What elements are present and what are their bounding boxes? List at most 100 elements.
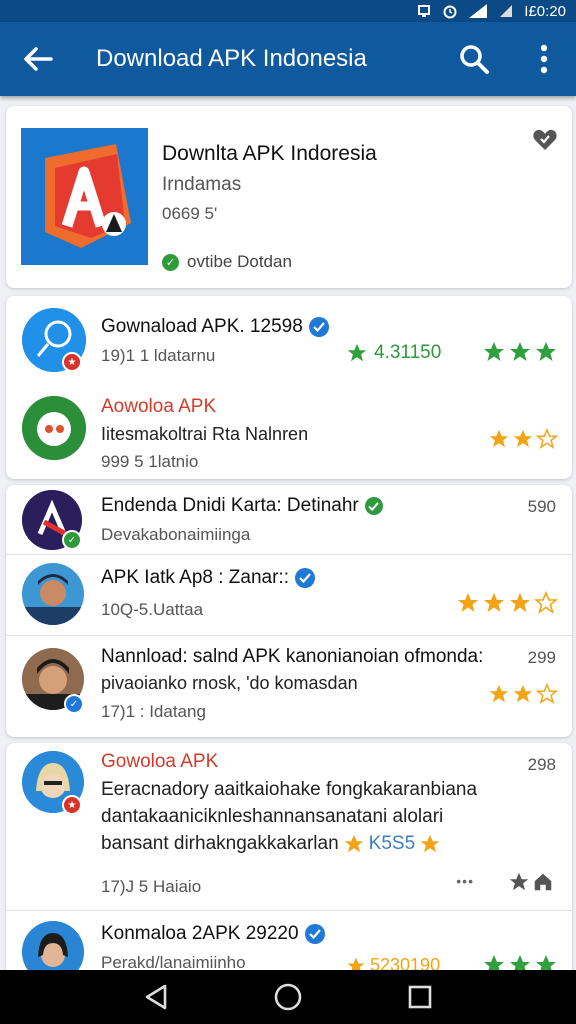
star-icon xyxy=(347,343,367,362)
notification-icon xyxy=(416,4,432,18)
list-item-description: pivaoianko rnosk, 'do komasdan xyxy=(101,673,358,693)
list-item-title: Konmaloa 2APK 29220 xyxy=(101,923,325,945)
home-icon xyxy=(534,873,552,891)
verified-icon xyxy=(308,317,329,337)
list-item[interactable]: ✓ Endenda Dnidi Karta: Detinahr Devakabo… xyxy=(6,485,572,554)
app-logo-image xyxy=(21,128,148,265)
list-item-count: 299 xyxy=(527,648,556,667)
nav-recents-button[interactable] xyxy=(400,977,440,1017)
page-title: Download APK Indonesia xyxy=(96,45,367,72)
star-icon xyxy=(509,872,529,891)
list-item[interactable]: ✓ Nannload: salnd APK kanonianoian ofmon… xyxy=(6,636,572,737)
star-icon xyxy=(510,955,530,970)
star-icon xyxy=(420,834,440,853)
search-icon xyxy=(460,45,489,74)
list-item-meta: 17)J 5 Haiaio xyxy=(101,877,202,896)
list-item-title: Gownaload APK. 12598 xyxy=(101,316,329,338)
verified-badge-icon: ✓ xyxy=(64,694,84,714)
rating-value: 4.31150 xyxy=(346,342,441,364)
featured-app-name: Downlta APK Indoresia xyxy=(162,142,377,165)
flag-badge-icon: ★ xyxy=(62,795,82,815)
app-list-card: ★ Gowoloa APK Eeracnadory aaitkaiohake f… xyxy=(6,743,572,970)
circle-home-icon xyxy=(274,983,302,1011)
list-item[interactable]: APK Iatk Ap8 : Zanar:: 10Q-5.Uattaa xyxy=(6,555,572,635)
verified-icon xyxy=(364,497,383,515)
alarm-icon xyxy=(442,3,458,19)
list-item-meta: 10Q-5.Uattaa xyxy=(101,600,204,619)
arrow-left-icon xyxy=(24,47,53,71)
user-avatar xyxy=(22,921,84,970)
network-icon xyxy=(498,3,514,19)
list-item[interactable]: Konmaloa 2APK 29220 Perakd/lanaimiinho 5… xyxy=(6,911,572,970)
verified-badge-icon: ✓ xyxy=(62,530,82,550)
more-dots-button[interactable]: ••• xyxy=(456,873,474,889)
list-item[interactable]: Aowoloa APK Iitesmakoltrai Rta Nalnren 9… xyxy=(6,386,572,479)
list-item-description: bansant dirhakngakkakarlan K5S5 xyxy=(101,833,441,855)
app-list-card: ★ Gownaload APK. 12598 19)1 1 ldatarnu 4… xyxy=(6,296,572,479)
featured-app-status: ✓ ovtibe Dotdan xyxy=(162,252,292,272)
rating-value: 5230190 xyxy=(346,955,440,970)
star-rating xyxy=(482,953,558,970)
inline-rating: K5S5 xyxy=(368,833,416,854)
star-rating xyxy=(482,340,558,364)
list-item[interactable]: ★ Gownaload APK. 12598 19)1 1 ldatarnu 4… xyxy=(6,296,572,386)
star-icon xyxy=(536,955,556,970)
app-avatar xyxy=(22,396,86,460)
list-item-title: APK Iatk Ap8 : Zanar:: xyxy=(101,567,315,589)
status-bar: I£0:20 xyxy=(0,0,576,22)
star-icon xyxy=(536,342,556,361)
verified-icon xyxy=(295,568,315,588)
list-item-description: dantakaaniciknleshannansanatani alolari xyxy=(101,806,444,827)
search-button[interactable] xyxy=(452,37,496,81)
featured-status-label: ovtibe Dotdan xyxy=(187,252,292,271)
star-rating xyxy=(456,591,558,615)
triangle-back-icon xyxy=(145,984,167,1010)
list-item-count: 590 xyxy=(527,497,556,516)
more-options-button[interactable] xyxy=(522,37,566,81)
nav-home-button[interactable] xyxy=(268,977,308,1017)
user-avatar xyxy=(22,563,84,625)
nav-back-button[interactable] xyxy=(136,977,176,1017)
list-item-title: Gowoloa APK xyxy=(101,751,219,772)
system-nav-bar xyxy=(0,970,576,1024)
heart-icon xyxy=(533,129,557,150)
list-item-description: Eeracnadory aaitkaiohake fongkakaranbian… xyxy=(101,779,478,800)
app-bar: Download APK Indonesia xyxy=(0,22,576,96)
featured-app-card[interactable]: Downlta APK Indoresia Irndamas 0669 5' ✓… xyxy=(6,106,572,288)
star-icon xyxy=(489,684,509,703)
list-item-meta: 19)1 1 ldatarnu xyxy=(101,346,216,365)
signal-icon xyxy=(468,3,488,19)
star-icon xyxy=(347,957,365,970)
star-icon xyxy=(484,342,504,361)
star-icon xyxy=(484,593,504,612)
verified-icon xyxy=(304,924,325,944)
featured-app-size: 0669 5' xyxy=(162,204,218,223)
star-icon xyxy=(510,593,530,612)
square-recents-icon xyxy=(408,985,432,1009)
content-list[interactable]: Downlta APK Indoresia Irndamas 0669 5' ✓… xyxy=(0,96,576,970)
list-item-description: Iitesmakoltrai Rta Nalnren xyxy=(101,424,309,444)
share-icons[interactable] xyxy=(508,871,554,893)
back-button[interactable] xyxy=(16,37,60,81)
more-vert-icon xyxy=(540,44,548,74)
list-item[interactable]: ★ Gowoloa APK Eeracnadory aaitkaiohake f… xyxy=(6,743,572,911)
star-outline-icon xyxy=(536,428,558,449)
star-icon xyxy=(510,342,530,361)
list-item-title: Nannload: salnd APK kanonianoian ofmonda… xyxy=(101,646,484,667)
star-icon xyxy=(484,955,504,970)
star-rating xyxy=(488,428,558,450)
star-outline-icon xyxy=(536,683,558,704)
verified-status-icon: ✓ xyxy=(162,253,179,271)
star-icon xyxy=(458,593,478,612)
status-time: I£0:20 xyxy=(524,2,566,20)
favorite-button[interactable] xyxy=(532,128,558,157)
star-rating xyxy=(488,683,558,705)
star-icon xyxy=(513,429,533,448)
app-list-card: ✓ Endenda Dnidi Karta: Detinahr Devakabo… xyxy=(6,485,572,737)
featured-app-subtitle: Irndamas xyxy=(162,174,242,195)
list-item-title: Aowoloa APK xyxy=(101,396,217,417)
star-icon xyxy=(344,834,363,853)
list-item-count: 298 xyxy=(527,755,556,774)
star-icon xyxy=(489,429,509,448)
list-item-title: Endenda Dnidi Karta: Detinahr xyxy=(101,495,383,517)
